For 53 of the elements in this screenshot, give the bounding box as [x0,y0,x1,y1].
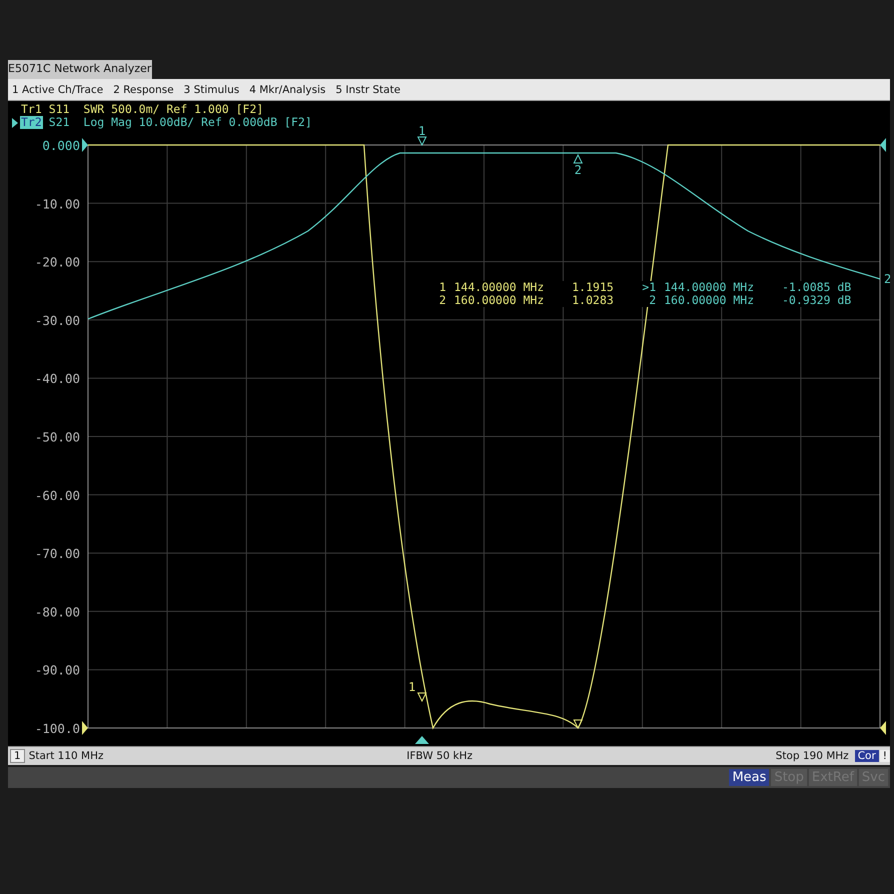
marker-frequency: 160.00000 MHz [454,294,546,307]
warning-indicator: ! [880,750,890,762]
axis-label: -100.0 [34,721,80,736]
axis-label: -70.00 [34,546,80,562]
axis-label: -20.00 [34,254,80,270]
trace-tab[interactable]: Tr2 [20,116,43,129]
reference-triangle-icon [82,138,88,152]
axis-label: -40.00 [34,371,80,386]
trace-tab[interactable]: Tr1 [20,103,43,116]
start-frequency: Start 110 MHz [28,750,104,762]
marker-triangle-icon [573,720,583,730]
marker-frequency: 144.00000 MHz [454,281,546,294]
marker-number: 2 [438,294,446,307]
axis-label: -90.00 [34,662,80,678]
if-bandwidth: IFBW 50 kHz [406,750,474,762]
reference-triangle-icon [880,721,886,735]
channel-indicator: 1 [10,749,25,763]
marker-value: 1.1915 [572,281,615,294]
correction-indicator: Cor [854,750,879,762]
active-marker-triangle-icon [415,736,429,744]
axis-label: -10.00 [34,196,80,212]
window-title: E5071C Network Analyzer [8,60,152,79]
axis-label: -80.00 [34,604,80,620]
axis-label: -30.00 [34,312,80,328]
marker-number: 2 [648,294,656,307]
marker-frequency: 160.00000 MHz [664,294,756,307]
menu-item[interactable]: 5 Instr State [336,84,400,96]
marker-triangle-icon [573,154,583,164]
marker-triangle-icon [417,136,427,146]
marker-value: -0.9329 dB [782,294,852,307]
marker-value: 1.0283 [572,294,615,307]
marker-frequency: 144.00000 MHz [664,281,756,294]
status-button[interactable]: Meas [729,769,770,786]
marker-number: 1 [438,281,446,294]
marker-label: 1 [418,125,426,138]
trace-setting: S21 Log Mag 10.00dB/ Ref 0.000dB [F2] [48,116,312,129]
menu-item[interactable]: 3 Stimulus [184,84,240,96]
menu-item[interactable]: 4 Mkr/Analysis [249,84,326,96]
axis-label: -60.00 [34,488,80,503]
trace-end-label: 2 [884,272,890,286]
reference-triangle-icon [880,138,886,152]
marker-label: 1 [408,680,416,694]
stop-frequency: Stop 190 MHz [776,750,849,762]
marker-number: >1 [641,281,656,294]
trace-setting: S11 SWR 500.0m/ Ref 1.000 [F2] [48,103,264,116]
marker-value: -1.0085 dB [782,281,852,294]
axis-label: -50.00 [34,430,80,444]
marker-label: 2 [574,163,582,177]
menu-item[interactable]: 1 Active Ch/Trace [12,84,104,96]
marker-triangle-icon [417,692,427,702]
reference-triangle-icon [82,721,88,735]
menu-item[interactable]: 2 Response [113,84,174,96]
axis-label: 0.000 [42,138,80,153]
